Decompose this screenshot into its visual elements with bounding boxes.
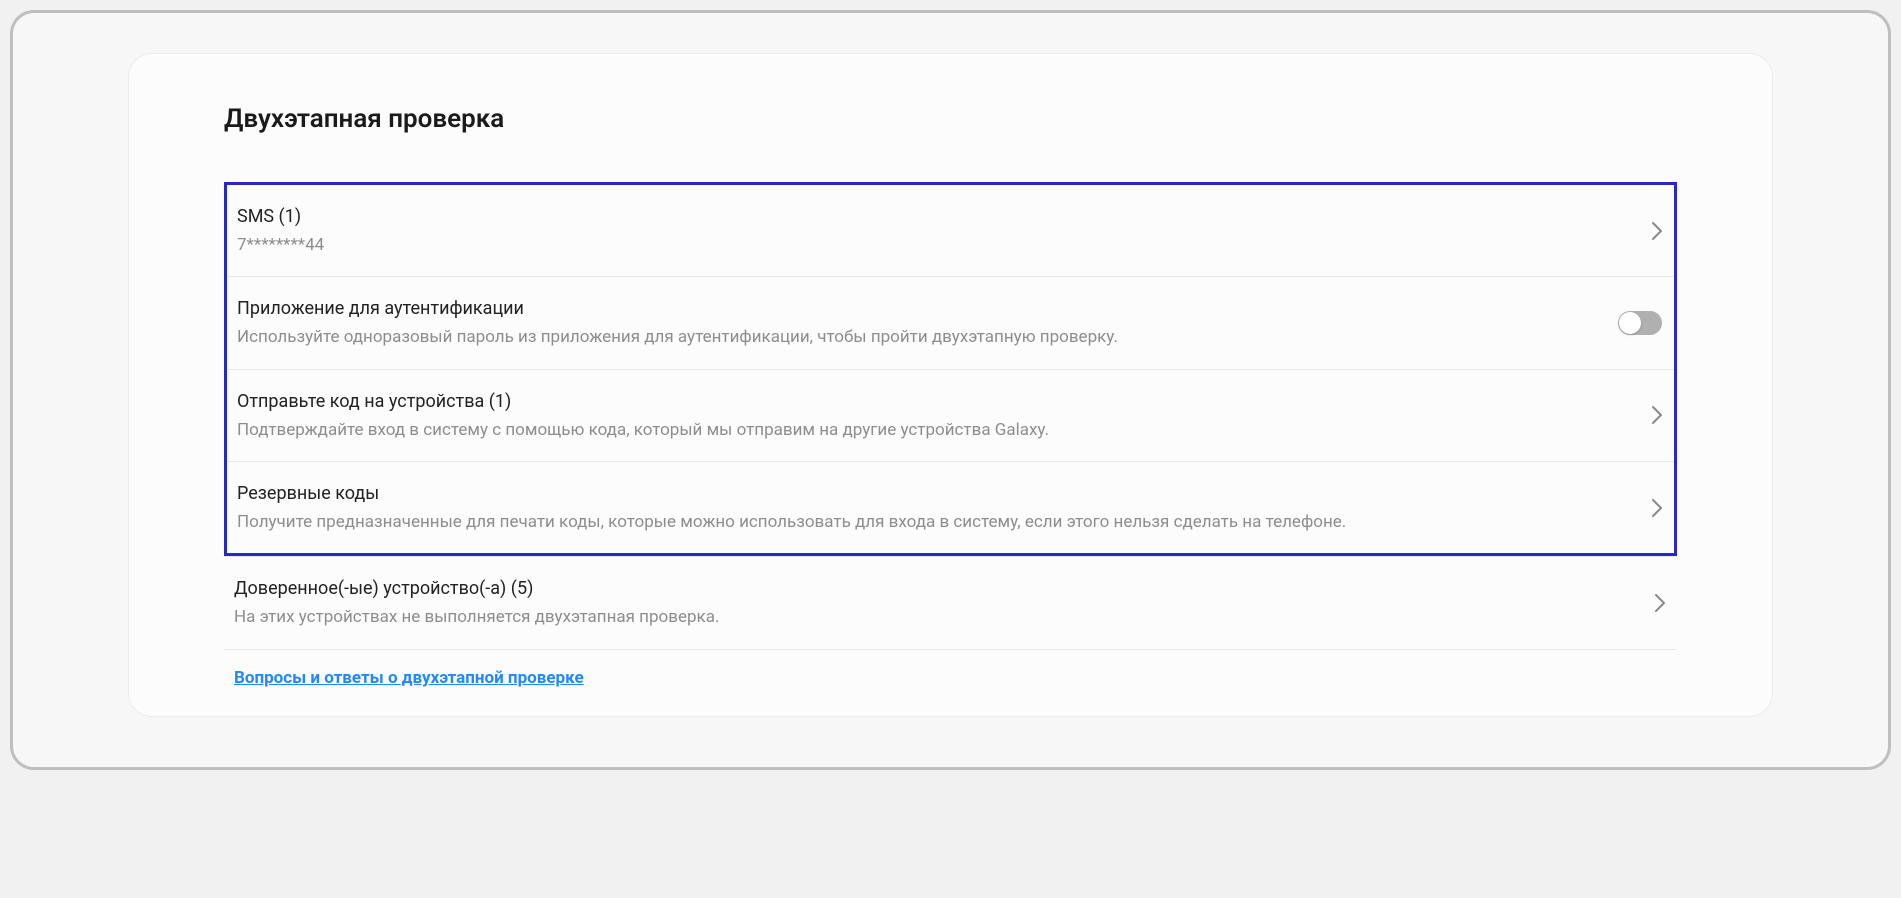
send-code-devices-setting-row[interactable]: Отправьте код на устройства (1) Подтверж… [227, 370, 1674, 462]
authenticator-app-setting-row[interactable]: Приложение для аутентификации Используйт… [227, 277, 1674, 369]
row-subtitle: Используйте одноразовый пароль из прилож… [237, 324, 1588, 350]
page-title: Двухэтапная проверка [224, 104, 1677, 134]
other-settings-group: Доверенное(-ые) устройство(-а) (5) На эт… [224, 556, 1677, 705]
chevron-right-icon [1655, 594, 1665, 612]
row-text: Резервные коды Получите предназначенные … [237, 480, 1652, 535]
row-title: Отправьте код на устройства (1) [237, 388, 1622, 415]
row-text: Приложение для аутентификации Используйт… [237, 295, 1618, 350]
row-text: Доверенное(-ые) устройство(-а) (5) На эт… [234, 575, 1655, 630]
toggle-knob [1619, 312, 1641, 334]
row-text: SMS (1) 7********44 [237, 203, 1652, 258]
row-title: Приложение для аутентификации [237, 295, 1588, 322]
row-subtitle: На этих устройствах не выполняется двухэ… [234, 604, 1625, 630]
trusted-devices-setting-row[interactable]: Доверенное(-ые) устройство(-а) (5) На эт… [224, 557, 1677, 649]
faq-link[interactable]: Вопросы и ответы о двухэтапной проверке [234, 668, 584, 688]
authenticator-toggle[interactable] [1618, 311, 1662, 335]
highlighted-settings-group: SMS (1) 7********44 Приложение для аутен… [224, 182, 1677, 556]
settings-card: Двухэтапная проверка SMS (1) 7********44… [128, 53, 1773, 717]
row-subtitle: 7********44 [237, 232, 1622, 258]
row-text: Отправьте код на устройства (1) Подтверж… [237, 388, 1652, 443]
chevron-right-icon [1652, 406, 1662, 424]
row-title: Доверенное(-ые) устройство(-а) (5) [234, 575, 1625, 602]
row-subtitle: Получите предназначенные для печати коды… [237, 509, 1622, 535]
backup-codes-setting-row[interactable]: Резервные коды Получите предназначенные … [227, 462, 1674, 553]
outer-frame: Двухэтапная проверка SMS (1) 7********44… [10, 10, 1891, 770]
row-title: SMS (1) [237, 203, 1622, 230]
chevron-right-icon [1652, 499, 1662, 517]
chevron-right-icon [1652, 222, 1662, 240]
row-title: Резервные коды [237, 480, 1622, 507]
faq-row: Вопросы и ответы о двухэтапной проверке [224, 650, 1677, 706]
row-subtitle: Подтверждайте вход в систему с помощью к… [237, 417, 1622, 443]
sms-setting-row[interactable]: SMS (1) 7********44 [227, 185, 1674, 277]
